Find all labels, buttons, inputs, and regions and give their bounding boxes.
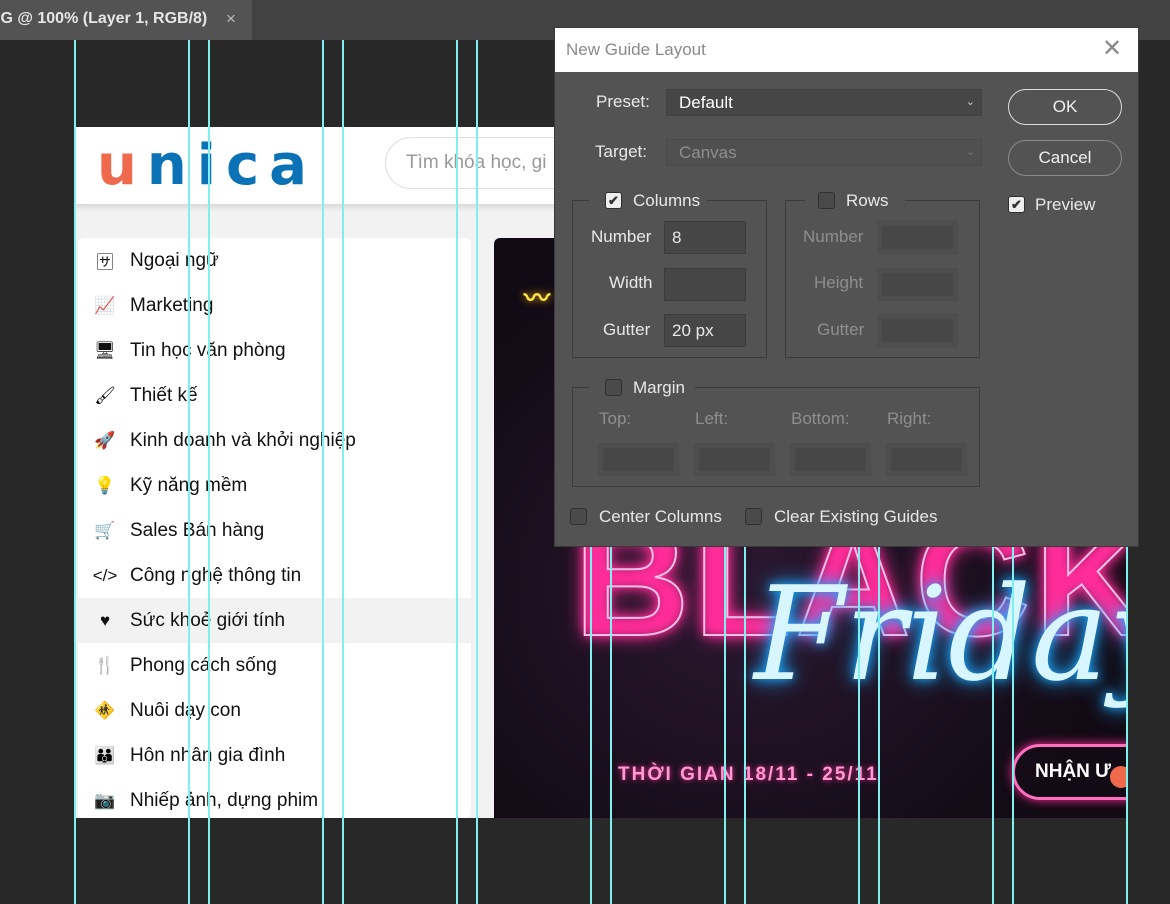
sidebar-item[interactable]: </> Công nghệ thông tin bbox=[78, 553, 471, 598]
sidebar-item-label: Sales Bán hàng bbox=[130, 519, 265, 541]
zigzag-decoration: 〰 bbox=[524, 283, 551, 313]
sidebar-item[interactable]: 🍴 Phong cách sống bbox=[78, 643, 471, 688]
rows-gutter-label: Gutter bbox=[817, 320, 865, 339]
unica-logo: unica bbox=[97, 133, 317, 198]
code-icon: </> bbox=[92, 565, 118, 585]
clear-existing-guides-label: Clear Existing Guides bbox=[774, 507, 938, 526]
sidebar-item[interactable]: 🛒 Sales Bán hàng bbox=[78, 508, 471, 553]
margin-bottom-input bbox=[790, 443, 871, 476]
paintbrush-icon: 🖌 bbox=[94, 385, 116, 405]
sidebar-item-label: Nhiếp ảnh, dựng phim bbox=[130, 789, 319, 811]
monitor-icon: 🖥 bbox=[94, 340, 116, 360]
tab-title: IG @ 100% (Layer 1, RGB/8) bbox=[0, 10, 208, 27]
rows-gutter-input bbox=[877, 314, 958, 347]
lightbulb-icon: 💡 bbox=[94, 475, 116, 495]
columns-width-input[interactable] bbox=[664, 268, 746, 301]
dialog-titlebar: New Guide Layout ✕ bbox=[555, 28, 1138, 72]
margin-checkbox[interactable] bbox=[605, 379, 622, 396]
sidebar-item[interactable]: 🚸 Nuôi dạy con bbox=[78, 688, 471, 733]
center-columns-label: Center Columns bbox=[599, 507, 722, 526]
sidebar-item[interactable]: 🚀 Kinh doanh và khởi nghiệp bbox=[78, 418, 471, 463]
sidebar-item[interactable]: 🖌 Thiết kế bbox=[78, 373, 471, 418]
rocket-icon: 🚀 bbox=[94, 430, 116, 450]
rows-number-label: Number bbox=[803, 227, 864, 246]
language-icon: 🈂 bbox=[96, 253, 114, 272]
margin-label: Margin bbox=[633, 378, 685, 397]
category-sidebar: 🈂 Ngoại ngữ 📈 Marketing 🖥 Tin học văn phòng 🖌 T… bbox=[78, 238, 471, 818]
preset-label: Preset: bbox=[596, 92, 650, 111]
columns-checkbox[interactable]: ✔ bbox=[605, 192, 622, 209]
column-guide[interactable] bbox=[188, 40, 190, 904]
margin-top-input bbox=[598, 443, 679, 476]
ok-button[interactable]: OK bbox=[1008, 89, 1122, 125]
sidebar-item-label: Phong cách sống bbox=[130, 654, 277, 676]
banner-date-text: THỜI GIAN 18/11 - 25/11 bbox=[618, 764, 879, 785]
dialog-title: New Guide Layout bbox=[566, 40, 706, 59]
column-guide[interactable] bbox=[476, 40, 478, 904]
sidebar-item[interactable]: 👪 Hôn nhân gia đình bbox=[78, 733, 471, 778]
banner-cta-button[interactable]: NHẬN Ư bbox=[1012, 744, 1126, 800]
target-select: Canvas ⌄ bbox=[666, 139, 982, 166]
column-guide[interactable] bbox=[456, 40, 458, 904]
new-guide-layout-dialog: New Guide Layout ✕ Preset: Default ⌄ Targ… bbox=[555, 28, 1138, 546]
camera-icon: 📷 bbox=[94, 790, 116, 810]
chevron-down-icon: ⌄ bbox=[965, 146, 975, 158]
sidebar-item-label: Nuôi dạy con bbox=[130, 699, 241, 721]
sidebar-item-label: Công nghệ thông tin bbox=[130, 564, 302, 586]
column-guide[interactable] bbox=[208, 40, 210, 904]
sidebar-item[interactable]: 📷 Nhiếp ảnh, dựng phim bbox=[78, 778, 471, 818]
column-guide[interactable] bbox=[342, 40, 344, 904]
sidebar-item-label: Ngoại ngữ bbox=[130, 249, 219, 271]
column-guide[interactable] bbox=[74, 40, 76, 904]
margin-right-input bbox=[886, 443, 967, 476]
preset-select[interactable]: Default ⌄ bbox=[666, 89, 982, 116]
utensils-icon: 🍴 bbox=[94, 655, 116, 675]
sidebar-item[interactable]: ♥ Sức khoẻ giới tính bbox=[78, 598, 471, 643]
margin-bottom-label: Bottom: bbox=[791, 409, 850, 428]
document-tab[interactable]: IG @ 100% (Layer 1, RGB/8) × bbox=[0, 0, 252, 40]
users-icon: 👪 bbox=[94, 745, 116, 765]
columns-width-label: Width bbox=[609, 273, 653, 292]
rows-label: Rows bbox=[846, 191, 889, 210]
banner-friday-text: Friday bbox=[754, 558, 1126, 710]
sidebar-item[interactable]: 🖥 Tin học văn phòng bbox=[78, 328, 471, 373]
preview-label: Preview bbox=[1035, 195, 1096, 214]
rows-checkbox[interactable] bbox=[818, 192, 835, 209]
cancel-button[interactable]: Cancel bbox=[1008, 140, 1122, 176]
chat-bubble-icon[interactable] bbox=[1110, 766, 1126, 788]
columns-gutter-input[interactable]: 20 px bbox=[664, 314, 746, 347]
target-label: Target: bbox=[595, 142, 647, 161]
columns-number-input[interactable]: 8 bbox=[664, 221, 746, 254]
columns-gutter-label: Gutter bbox=[603, 320, 651, 339]
columns-number-label: Number bbox=[591, 227, 652, 246]
clear-existing-guides-checkbox[interactable] bbox=[745, 508, 762, 525]
margin-left-input bbox=[694, 443, 775, 476]
rows-number-input bbox=[877, 221, 958, 254]
margin-right-label: Right: bbox=[887, 409, 932, 428]
rows-height-label: Height bbox=[814, 273, 864, 292]
margin-left-label: Left: bbox=[695, 409, 729, 428]
rows-height-input bbox=[877, 268, 958, 301]
child-icon: 🚸 bbox=[94, 700, 116, 720]
columns-label: Columns bbox=[633, 191, 701, 210]
sidebar-item-label: Marketing bbox=[130, 294, 214, 316]
center-columns-checkbox[interactable] bbox=[570, 508, 587, 525]
cart-icon: 🛒 bbox=[94, 520, 116, 540]
heartbeat-icon: ♥ bbox=[99, 610, 111, 630]
sidebar-item[interactable]: 🈂 Ngoại ngữ bbox=[78, 238, 471, 283]
sidebar-item[interactable]: 📈 Marketing bbox=[78, 283, 471, 328]
column-guide[interactable] bbox=[322, 40, 324, 904]
sidebar-item[interactable]: 💡 Kỹ năng mềm bbox=[78, 463, 471, 508]
chevron-down-icon: ⌄ bbox=[965, 96, 975, 108]
margin-top-label: Top: bbox=[599, 409, 632, 428]
close-tab-icon[interactable]: × bbox=[226, 0, 236, 38]
line-chart-icon: 📈 bbox=[94, 295, 116, 315]
close-icon[interactable]: ✕ bbox=[1102, 36, 1122, 62]
preview-checkbox[interactable]: ✔ bbox=[1008, 196, 1025, 213]
